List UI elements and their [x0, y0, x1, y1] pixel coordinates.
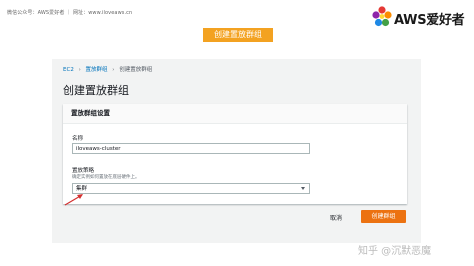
caret-down-icon: [301, 187, 305, 190]
strategy-select[interactable]: 集群: [72, 183, 310, 194]
strategy-label: 置放策略: [72, 168, 95, 174]
placement-group-settings-panel: 置放群组设置 名称 iloveaws-cluster 置放策略 确定实例如何置放…: [63, 104, 407, 204]
name-label: 名称: [72, 136, 84, 142]
slide-title: 创建置放群组: [203, 28, 273, 42]
breadcrumb-current: 创建置放群组: [119, 67, 153, 73]
panel-header: 置放群组设置: [63, 104, 407, 124]
strategy-description: 确定实例如何置放在底层硬件上。: [72, 175, 140, 180]
name-input[interactable]: iloveaws-cluster: [72, 143, 310, 154]
annotation-arrow: [64, 194, 83, 206]
create-group-button[interactable]: 创建群组: [361, 210, 406, 223]
aws-lover-logo: AWS爱好者: [372, 6, 472, 30]
breadcrumb-ec2[interactable]: EC2: [63, 67, 74, 73]
chevron-right-icon: ›: [112, 67, 115, 73]
wechat-note: 微信公众号：AWS爱好者 ｜ 网址：www.iloveaws.cn: [7, 10, 133, 16]
page-title: 创建置放群组: [63, 84, 129, 97]
breadcrumb: EC2 › 置放群组 › 创建置放群组: [63, 65, 152, 73]
breadcrumb-placement-groups[interactable]: 置放群组: [86, 67, 108, 73]
flower-logo-icon: [372, 6, 392, 27]
cancel-button[interactable]: 取消: [330, 213, 342, 222]
chevron-right-icon: ›: [78, 67, 81, 73]
zhihu-watermark: 知乎 @沉默恶魔: [358, 246, 432, 257]
logo-text: AWS爱好者: [394, 13, 465, 28]
